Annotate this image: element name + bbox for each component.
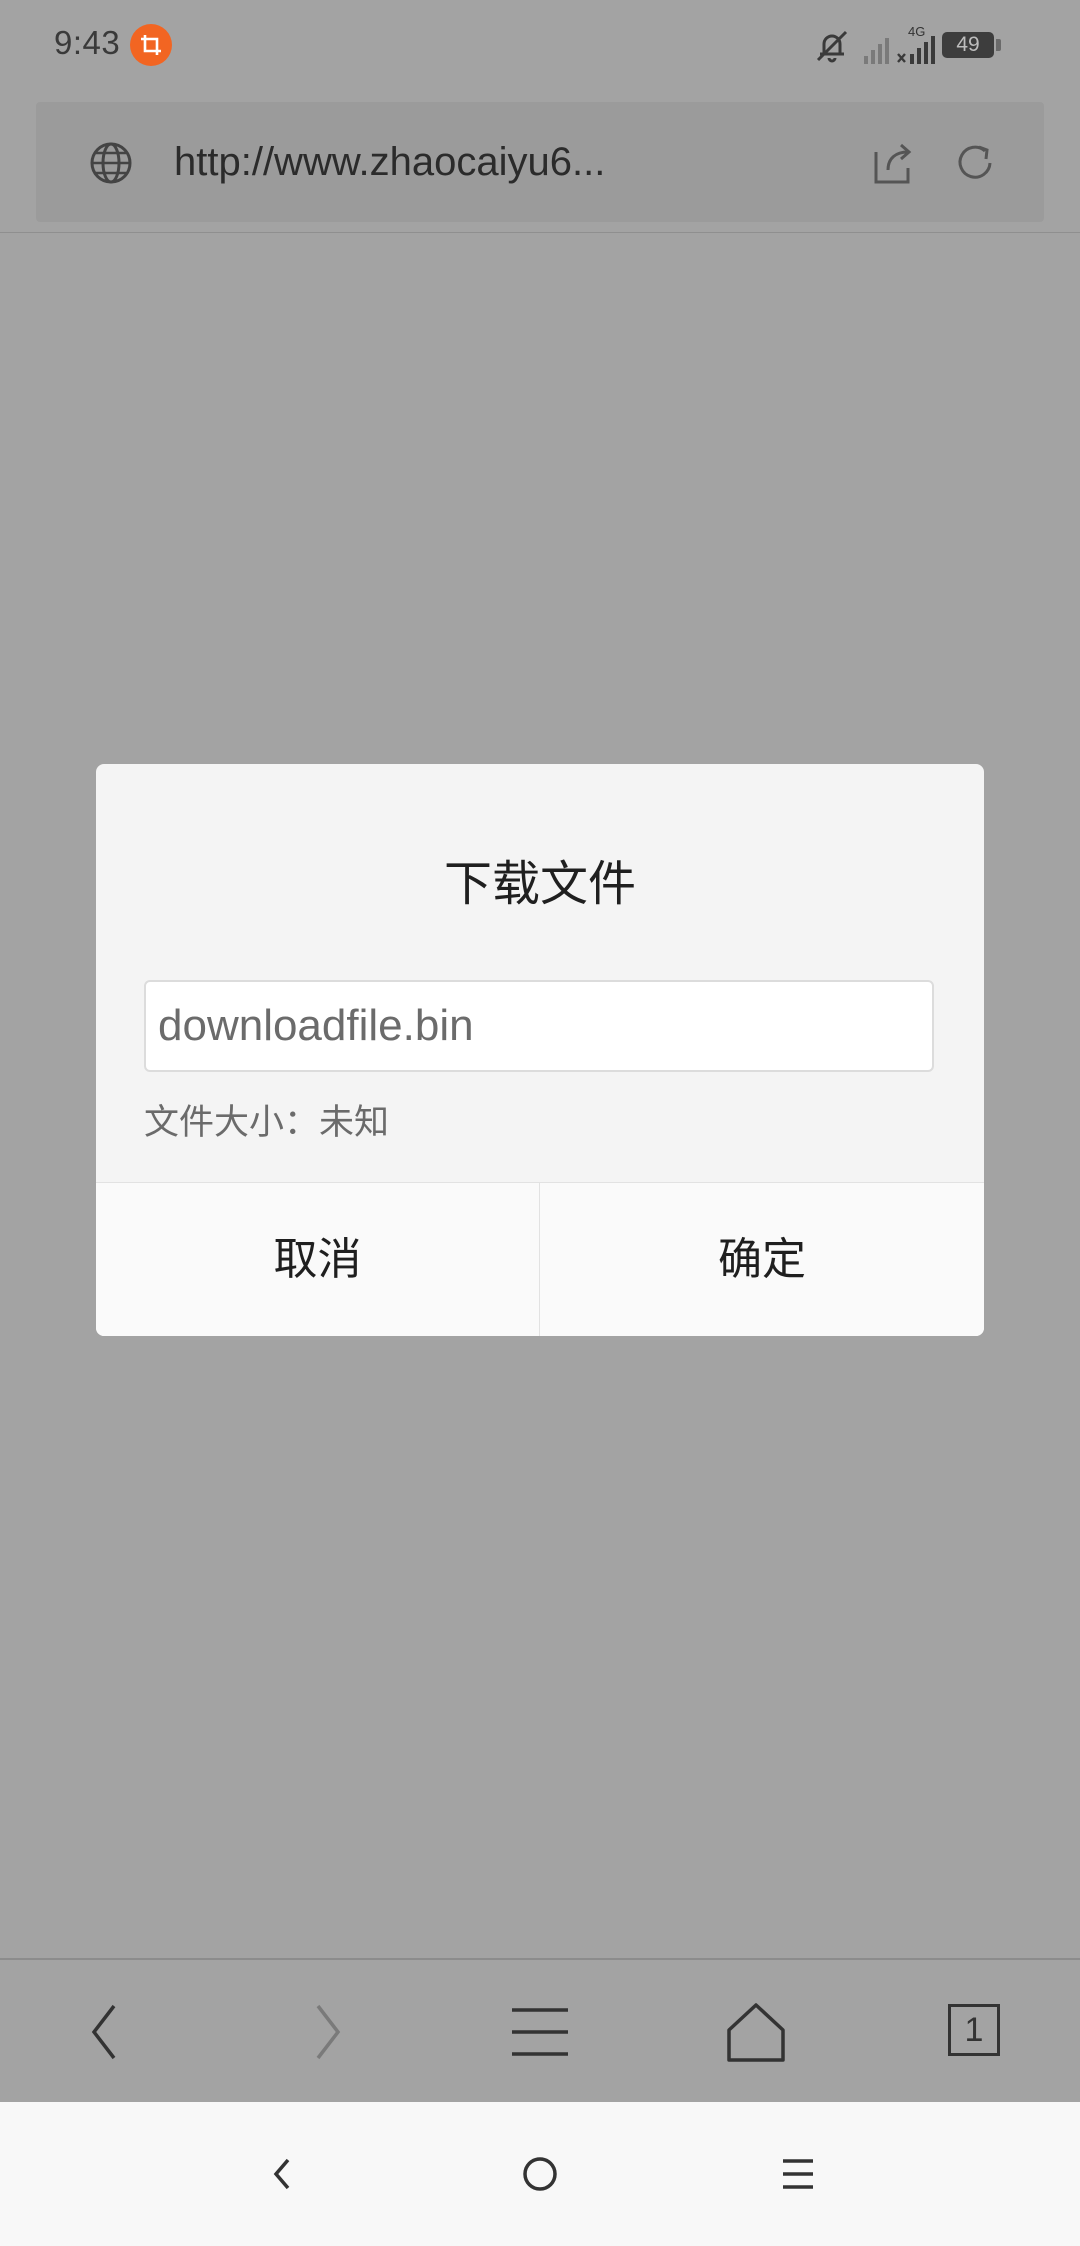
- system-nav-bar: [0, 2102, 1080, 2246]
- filesize-info: 文件大小：未知: [144, 1094, 389, 1145]
- back-button[interactable]: [0, 1960, 216, 2104]
- system-home-button[interactable]: [480, 2102, 600, 2246]
- network-type: 4G: [908, 24, 926, 39]
- system-back-button[interactable]: [222, 2102, 342, 2246]
- battery-level: 49: [956, 33, 980, 56]
- tab-count: 1: [964, 2011, 984, 2049]
- dialog-button-row: 取消 确定: [96, 1182, 984, 1336]
- mute-bell-icon: [812, 26, 852, 71]
- filesize-value: 未知: [319, 1103, 390, 1142]
- download-dialog: 下载文件 文件大小：未知 取消 确定: [96, 764, 984, 1336]
- share-icon[interactable]: [868, 138, 918, 193]
- browser-toolbar: http://www.zhaocaiyu6...: [0, 92, 1080, 233]
- confirm-button[interactable]: 确定: [540, 1183, 984, 1336]
- address-bar[interactable]: http://www.zhaocaiyu6...: [36, 102, 1044, 222]
- signal-4g-icon: 4G: [896, 24, 936, 71]
- menu-button[interactable]: [432, 1960, 648, 2104]
- status-bar: 9:43 4G 49: [0, 0, 1080, 92]
- screenshot-icon: [130, 24, 172, 66]
- status-time: 9:43: [54, 24, 121, 61]
- browser-bottom-nav: 1: [0, 1958, 1080, 2104]
- signal-icon: [864, 30, 890, 69]
- filesize-label: 文件大小：: [144, 1103, 320, 1142]
- system-menu-button[interactable]: [738, 2102, 858, 2246]
- tabs-button[interactable]: 1: [864, 1960, 1080, 2104]
- home-button[interactable]: [648, 1960, 864, 2104]
- globe-icon: [88, 140, 134, 191]
- cancel-button[interactable]: 取消: [96, 1183, 540, 1336]
- url-text[interactable]: http://www.zhaocaiyu6...: [174, 140, 605, 185]
- tabs-icon: 1: [948, 2004, 1000, 2056]
- filename-input[interactable]: [144, 980, 934, 1072]
- dialog-title: 下载文件: [443, 858, 636, 911]
- refresh-icon[interactable]: [950, 138, 1000, 193]
- status-icons: 4G 49: [812, 22, 1032, 70]
- forward-button[interactable]: [216, 1960, 432, 2104]
